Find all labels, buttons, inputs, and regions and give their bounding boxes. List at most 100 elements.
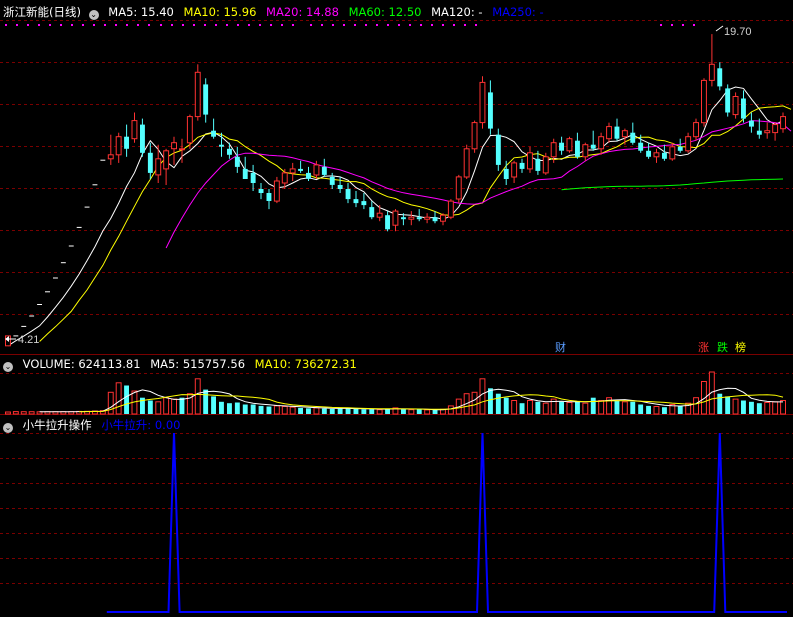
- volume-header: ⌄ VOLUME: 624113.81 MA5: 515757.56 MA10:…: [0, 356, 363, 372]
- chevron-down-icon[interactable]: ⌄: [3, 362, 13, 372]
- marker-dot: [343, 24, 345, 26]
- stock-chart: 19.70 4.21: [0, 20, 793, 613]
- candle-body: [194, 71, 201, 118]
- candle-body: [764, 130, 771, 134]
- volume-bar: [621, 401, 628, 415]
- volume-bar: [488, 388, 493, 414]
- volume-bar: [281, 406, 288, 415]
- candle-body: [566, 138, 573, 152]
- volume-bar: [416, 409, 422, 414]
- marker-dot: [442, 24, 444, 26]
- volume-bar: [575, 401, 580, 414]
- ma-lines: [7, 86, 792, 347]
- candle-body: [646, 150, 651, 157]
- candle-body: [638, 142, 644, 151]
- chevron-down-icon[interactable]: ⌄: [88, 10, 99, 20]
- volume-bar: [582, 402, 589, 415]
- volume-bar: [598, 400, 605, 415]
- volume-bar: [401, 409, 406, 414]
- marker-dot: [693, 24, 695, 26]
- marker-dot: [354, 24, 356, 26]
- volume-bar: [353, 408, 359, 414]
- main-chart-header: 浙江新能(日线) ⌄ MA5: 15.40 MA10: 15.96 MA20: …: [0, 4, 550, 20]
- candle-body: [211, 130, 216, 137]
- marker-dot: [160, 24, 162, 26]
- indicator-header: ⌄ 小牛拉升操作 小牛拉升: 0.00: [0, 417, 186, 433]
- candle-body: [550, 142, 557, 158]
- candle-body: [131, 120, 138, 140]
- volume-bar: [535, 401, 541, 414]
- marker-dot: [270, 24, 272, 26]
- candle-body: [488, 92, 493, 129]
- volume-bar: [717, 393, 723, 414]
- marker-dot: [237, 24, 239, 26]
- candle-body: [447, 200, 454, 218]
- rank-badge[interactable]: 榜: [734, 341, 747, 354]
- volume-bar: [495, 393, 501, 414]
- volume-bar: [408, 409, 415, 415]
- volume-bar: [258, 405, 264, 414]
- candle-body: [392, 210, 399, 226]
- marker-dot: [137, 24, 139, 26]
- candle-body: [479, 81, 486, 124]
- candle-body: [408, 216, 415, 220]
- marker-dot: [16, 24, 18, 26]
- fall-badge[interactable]: 跌: [716, 341, 729, 354]
- marker-dot: [475, 24, 477, 26]
- marker-dot: [310, 24, 312, 26]
- candle-body: [306, 172, 311, 179]
- marker-dot: [453, 24, 455, 26]
- volume-ma10-line: [79, 393, 784, 413]
- candle-body: [693, 122, 699, 138]
- volume-bar: [28, 411, 35, 415]
- candle-body: [385, 215, 390, 230]
- marker-dot: [71, 24, 73, 26]
- candle-body: [401, 217, 406, 220]
- volume-bar: [313, 407, 320, 415]
- high-price-label: 19.70: [724, 26, 752, 38]
- volume-bar: [203, 389, 209, 414]
- volume-bar: [527, 400, 533, 415]
- marker-dot: [27, 24, 29, 26]
- marker-dot: [215, 24, 217, 26]
- volume-bar: [447, 405, 454, 415]
- marker-dot: [387, 24, 389, 26]
- finance-badge[interactable]: 财: [554, 341, 567, 354]
- candle-body: [463, 148, 470, 178]
- marker-dot: [259, 24, 261, 26]
- volume-bar: [662, 407, 667, 414]
- volume-bar: [337, 408, 343, 414]
- candle-body: [677, 146, 683, 151]
- candle-body: [337, 185, 343, 189]
- volume-bar: [566, 402, 573, 415]
- volume-bar: [741, 400, 746, 414]
- candle-body: [527, 152, 533, 170]
- marker-dot: [5, 24, 7, 26]
- candle-body: [321, 166, 327, 175]
- candle-body: [155, 158, 162, 176]
- candle-body: [621, 130, 628, 138]
- candle-body: [258, 189, 264, 193]
- volume-bar: [20, 411, 27, 415]
- volume-bar: [5, 411, 11, 415]
- volume-bar: [227, 403, 232, 414]
- marker-dot: [409, 24, 411, 26]
- volume-bar: [147, 400, 153, 414]
- volume-value: VOLUME: 624113.81: [22, 357, 141, 371]
- chevron-down-icon[interactable]: ⌄: [3, 423, 13, 433]
- volume-bar: [376, 409, 383, 415]
- candle-body: [424, 216, 431, 220]
- marker-dot: [93, 24, 95, 26]
- volume-bar: [559, 401, 564, 414]
- volume-bar: [653, 406, 660, 415]
- volume-bar: [298, 407, 303, 414]
- candle-body: [717, 68, 723, 87]
- volume-bar: [306, 408, 311, 414]
- volume-ma5: MA5: 515757.56: [150, 357, 246, 371]
- volume-bar: [432, 409, 438, 414]
- candle-body: [582, 144, 589, 158]
- candle-body: [725, 88, 731, 113]
- volume-bar: [345, 408, 351, 414]
- marker-dot: [226, 24, 228, 26]
- rise-badge[interactable]: 涨: [697, 341, 710, 354]
